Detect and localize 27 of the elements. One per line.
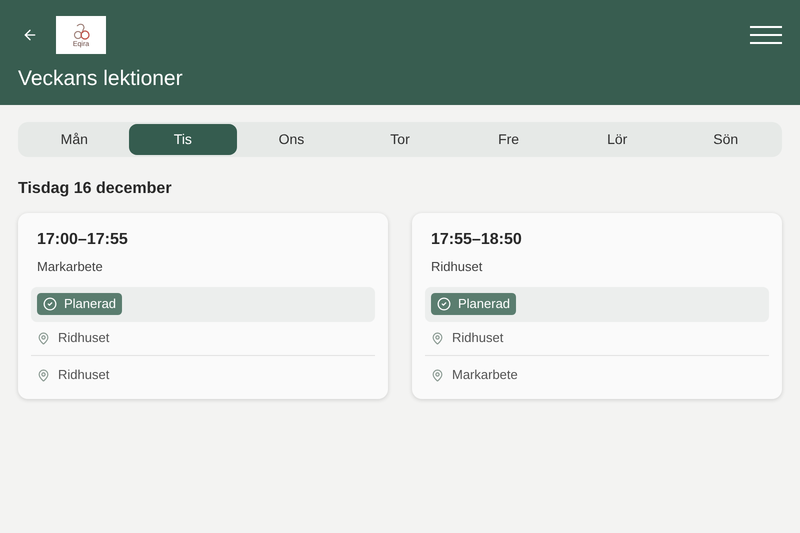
location-text: Ridhuset — [58, 329, 110, 348]
day-tab[interactable]: Fre — [454, 124, 563, 155]
date-heading: Tisdag 16 december — [18, 179, 173, 199]
status-text: Planerad — [64, 295, 116, 314]
location-text: Markarbete — [452, 366, 518, 384]
day-tab[interactable]: Tis — [128, 124, 238, 155]
day-tab[interactable]: Sön — [671, 124, 780, 155]
lesson-time: 17:55–18:50 — [430, 230, 523, 250]
day-tab[interactable]: Mån — [20, 124, 129, 155]
back-icon — [22, 27, 38, 43]
location-pin-icon — [37, 368, 50, 382]
lesson-name: Markarbete — [36, 258, 104, 276]
location-pin-icon — [431, 368, 444, 382]
lesson-name: Ridhuset — [430, 258, 484, 276]
location-pin-icon — [431, 332, 444, 344]
check-icon — [437, 297, 451, 311]
day-tab[interactable]: Lör — [562, 124, 672, 155]
status-text: Planerad — [458, 295, 510, 314]
check-icon — [43, 297, 57, 311]
lesson-time: 17:00–17:55 — [36, 230, 129, 250]
location-text: Ridhuset — [452, 329, 504, 348]
location-pin-icon — [37, 332, 50, 344]
day-tab[interactable]: Tor — [346, 124, 454, 155]
location-text: Ridhuset — [58, 366, 110, 384]
day-tab[interactable]: Ons — [237, 124, 346, 155]
menu-button[interactable] — [750, 23, 782, 47]
page-title: Veckans lektioner — [18, 66, 184, 92]
